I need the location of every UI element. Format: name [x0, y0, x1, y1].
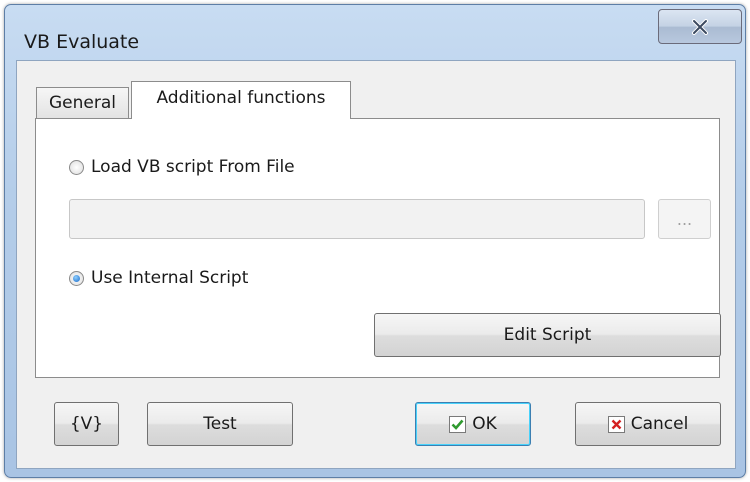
use-internal-script-radio[interactable]: Use Internal Script: [69, 268, 248, 288]
use-internal-script-label: Use Internal Script: [91, 268, 249, 288]
ok-button[interactable]: OK: [415, 402, 531, 446]
ok-label: OK: [472, 414, 497, 434]
dialog-body: General Additional functions Load VB scr…: [16, 60, 736, 469]
radio-unchecked-icon: [69, 159, 84, 175]
radio-checked-icon: [69, 270, 84, 286]
browse-button[interactable]: ...: [658, 199, 711, 239]
variables-button[interactable]: {V}: [54, 402, 119, 446]
checkmark-icon: [449, 415, 467, 433]
cancel-button[interactable]: Cancel: [575, 402, 721, 446]
tab-additional-functions[interactable]: Additional functions: [131, 81, 351, 119]
test-button[interactable]: Test: [147, 402, 293, 446]
load-from-file-label: Load VB script From File: [91, 157, 295, 177]
window-title: VB Evaluate: [24, 31, 140, 53]
close-icon: [692, 18, 708, 35]
x-icon: [607, 415, 625, 433]
file-path-input[interactable]: [69, 199, 645, 239]
edit-script-button[interactable]: Edit Script: [374, 313, 721, 357]
load-from-file-radio[interactable]: Load VB script From File: [69, 157, 295, 177]
close-button[interactable]: [658, 9, 742, 44]
tab-panel-additional-functions: Load VB script From File ... Use Interna…: [35, 118, 721, 378]
dialog-window: VB Evaluate General Additional functions…: [4, 4, 746, 478]
cancel-label: Cancel: [630, 414, 689, 434]
tab-general[interactable]: General: [36, 87, 129, 118]
